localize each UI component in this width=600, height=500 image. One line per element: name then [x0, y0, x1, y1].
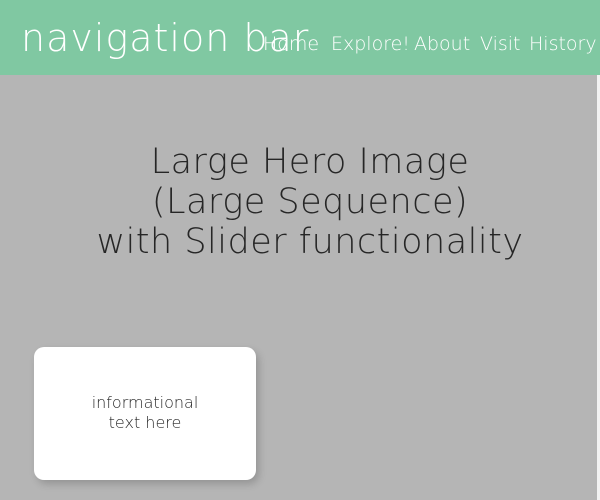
info-line-2: text here	[108, 413, 182, 432]
navigation-bar: navigation bar Home Explore! About Visit…	[0, 0, 600, 75]
nav-link-visit[interactable]: Visit	[480, 30, 521, 58]
hero-line-1: Large Hero Image	[150, 142, 470, 182]
nav-link-about[interactable]: About	[414, 30, 470, 58]
hero-line-3: with Slider functionality	[96, 222, 524, 262]
hero-line-2: (Large Sequence)	[151, 182, 469, 222]
nav-link-history[interactable]: History	[529, 30, 597, 58]
info-line-1: informational	[91, 393, 199, 412]
hero-slider[interactable]: Large Hero Image (Large Sequence) with S…	[0, 75, 597, 500]
info-card-text: informational text here	[34, 393, 256, 433]
info-card: informational text here	[34, 347, 256, 480]
hero-placeholder-text: Large Hero Image (Large Sequence) with S…	[0, 142, 600, 262]
nav-link-explore[interactable]: Explore!	[331, 30, 410, 58]
nav-link-home[interactable]: Home	[263, 30, 319, 58]
nav-links: Home Explore! About Visit History	[0, 30, 600, 60]
